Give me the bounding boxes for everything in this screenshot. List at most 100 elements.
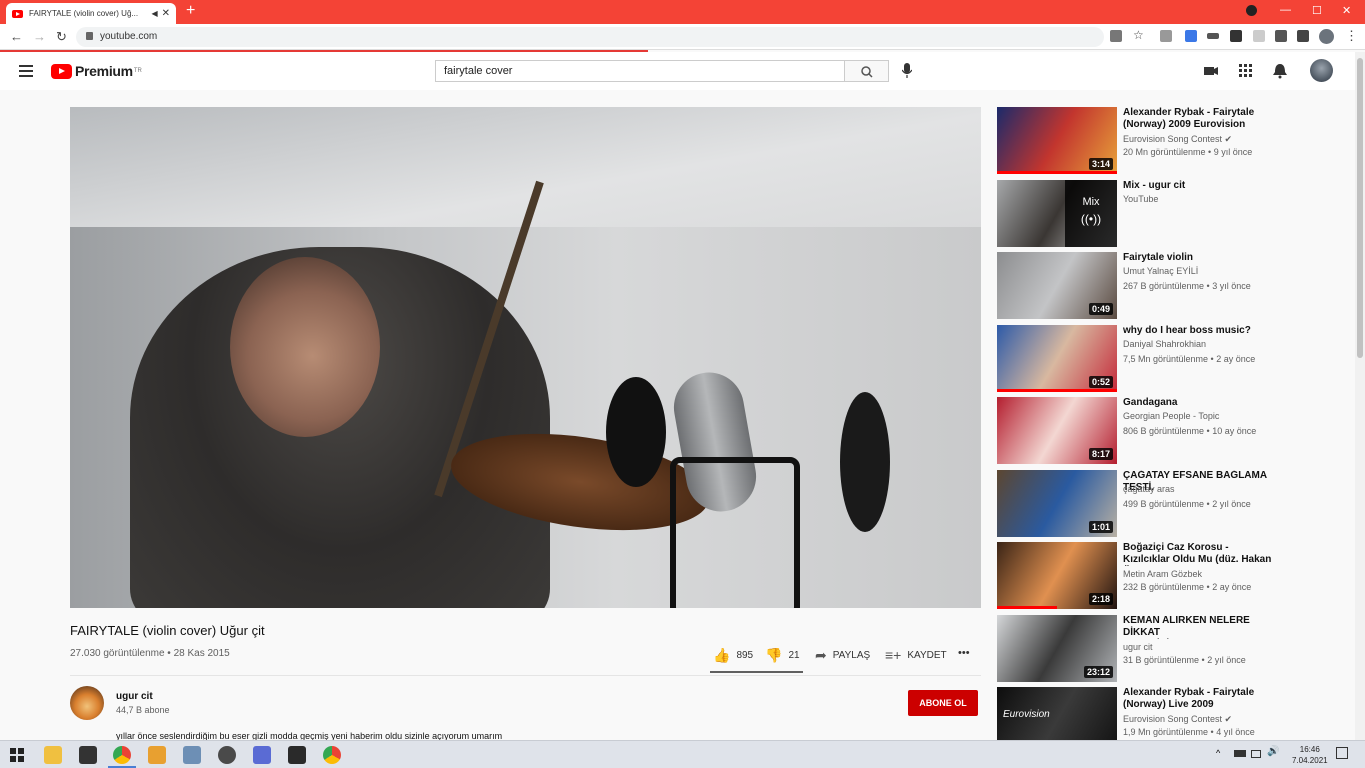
sidebar-video-item[interactable]: Mix ((•)) Mix - ugur cit YouTube [997,180,1352,248]
puzzle-icon[interactable] [1275,30,1287,42]
extension-icon-2[interactable] [1207,33,1219,39]
sidebar-video-item[interactable]: 3:14 Alexander Rybak - Fairytale (Norway)… [997,107,1352,175]
forward-icon[interactable]: → [33,29,46,44]
discord-icon[interactable] [253,746,271,764]
new-tab-button[interactable]: + [186,2,195,20]
hd-player-icon[interactable] [218,746,236,764]
hamburger-menu-icon[interactable] [19,65,33,77]
sidebar-channel-name[interactable]: Metin Aram Gözbek [1123,569,1202,579]
sidebar-video-item[interactable]: 0:52 why do I hear boss music? Daniyal Sha… [997,325,1352,393]
battery-icon[interactable] [1234,750,1246,757]
video-thumbnail[interactable]: 2:18 [997,542,1117,609]
sidebar-video-title[interactable]: why do I hear boss music? [1123,325,1273,337]
video-thumbnail[interactable]: 0:49 [997,252,1117,319]
share-button[interactable]: ➦ PAYLAŞ [815,647,870,664]
account-avatar[interactable] [1310,59,1333,82]
sidebar-video-title[interactable]: Mix - ugur cit [1123,180,1273,192]
scrollbar-thumb[interactable] [1357,58,1363,358]
video-editor-icon[interactable] [288,746,306,764]
sidebar-video-item[interactable]: 0:49 Fairytale violin Umut Yalnaç EYİLİ 267… [997,252,1352,320]
sidebar-video-title[interactable]: Alexander Rybak - Fairytale (Norway) 200… [1123,107,1273,131]
extension-icon-3[interactable] [1230,30,1242,42]
sidebar-video-title[interactable]: Boğaziçi Caz Korosu - Kızılcıklar Oldu M… [1123,542,1273,566]
app-icon[interactable] [183,746,201,764]
sidebar-channel-name[interactable]: Eurovision Song Contest ✔ [1123,134,1232,145]
volume-icon[interactable]: 🔊 [1267,746,1279,757]
video-thumbnail[interactable]: Mix ((•)) [997,180,1117,247]
notifications-bell-icon[interactable] [1272,63,1288,79]
url-input[interactable]: youtube.com [76,27,1104,47]
minimize-button[interactable]: — [1280,4,1291,16]
sidebar-channel-name[interactable]: YouTube [1123,194,1158,204]
microphone-icon[interactable] [902,63,912,78]
search-input[interactable]: fairytale cover [435,60,845,82]
thumbs-down-icon: 👎 [765,647,783,663]
sidebar-channel-name[interactable]: Umut Yalnaç EYİLİ [1123,266,1198,276]
reload-icon[interactable]: ↻ [56,29,67,45]
video-thumbnail[interactable]: 8:17 [997,397,1117,464]
video-duration: 23:12 [1083,666,1113,678]
channel-name[interactable]: ugur cit [116,691,153,702]
sidebar-video-item[interactable]: 23:12 KEMAN ALIRKEN NELERE DİKKAT ETMELİY… [997,615,1352,683]
sidebar-video-title[interactable]: Fairytale violin [1123,252,1273,264]
extension-icon-4[interactable] [1253,30,1265,42]
bookmark-star-icon[interactable]: ☆ [1133,28,1144,42]
tray-chevron-icon[interactable]: ^ [1216,748,1220,758]
sidebar-channel-name[interactable]: Eurovision Song Contest ✔ [1123,714,1232,725]
profile-icon[interactable] [1319,29,1334,44]
subscribe-button[interactable]: ABONE OL [908,690,978,716]
close-tab-icon[interactable]: ✕ [162,8,170,19]
apps-grid-icon[interactable] [1238,63,1254,79]
maximize-button[interactable]: ☐ [1312,4,1322,17]
page-scrollbar[interactable] [1355,52,1365,740]
translate-icon[interactable] [1185,30,1197,42]
video-thumbnail[interactable]: 1:01 [997,470,1117,537]
sublime-icon[interactable] [148,746,166,764]
more-actions-button[interactable]: ••• [958,647,970,659]
audio-icon[interactable]: ◀ [151,9,157,18]
sidebar-video-item[interactable]: 1:01 ÇAĞATAY EFSANE BAĞLAMA TESTİ. çağatay… [997,470,1352,538]
create-video-icon[interactable] [1203,63,1219,79]
dislike-button[interactable]: 👎 21 [765,647,800,664]
sidebar-channel-name[interactable]: ugur cit [1123,642,1153,652]
notification-center-icon[interactable] [1336,747,1348,759]
sidebar-channel-name[interactable]: çağatay aras [1123,484,1175,494]
video-thumbnail[interactable]: 23:12 [997,615,1117,682]
save-button[interactable]: ≡+ KAYDET [885,647,947,663]
sidebar-video-item[interactable]: 2:18 Boğaziçi Caz Korosu - Kızılcıklar Ol… [997,542,1352,610]
back-icon[interactable]: ← [10,29,23,44]
reading-list-icon[interactable] [1297,30,1309,42]
video-duration: 2:18 [1088,593,1113,605]
video-thumbnail[interactable]: 3:14 [997,107,1117,174]
logo-text: Premium [75,63,133,79]
video-frame-background [70,107,981,227]
sidebar-video-title[interactable]: Alexander Rybak - Fairytale (Norway) Liv… [1123,687,1273,711]
sidebar-video-meta: 20 Mn görüntülenme • 9 yıl önce [1123,147,1253,157]
browser-tab[interactable]: FAIRYTALE (violin cover) Uğ... ◀ ✕ [6,3,176,24]
channel-avatar[interactable] [70,686,104,720]
terminal-icon[interactable] [79,746,97,764]
menu-dots-icon[interactable]: ⋮ [1345,28,1358,44]
sidebar-video-item[interactable]: 8:17 Gandagana Georgian People - Topic 806 … [997,397,1352,465]
close-window-button[interactable]: ✕ [1342,4,1351,17]
sidebar-channel-name[interactable]: Daniyal Shahrokhian [1123,339,1206,349]
video-player[interactable] [70,107,981,608]
video-thumbnail[interactable]: 0:52 [997,325,1117,392]
search-button[interactable] [845,60,889,82]
logo-country: TR [133,68,142,74]
sidebar-video-title[interactable]: KEMAN ALIRKEN NELERE DİKKAT ETMELİYİZ(BA… [1123,615,1273,639]
chrome-icon-2[interactable] [323,746,341,764]
taskbar-clock[interactable]: 16:46 7.04.2021 [1292,744,1328,766]
windows-start-icon[interactable] [10,748,24,762]
like-button[interactable]: 👍 895 [713,647,753,664]
install-icon[interactable] [1110,30,1122,42]
network-icon[interactable] [1251,750,1261,758]
chrome-icon[interactable] [113,746,131,764]
file-explorer-icon[interactable] [44,746,62,764]
record-icon[interactable] [1246,5,1257,16]
sidebar-channel-name[interactable]: Georgian People - Topic [1123,411,1219,421]
youtube-premium-logo[interactable]: Premium TR [51,63,142,79]
extension-icon[interactable] [1160,30,1172,42]
sidebar-video-title[interactable]: Gandagana [1123,397,1273,409]
save-label: KAYDET [907,649,947,661]
